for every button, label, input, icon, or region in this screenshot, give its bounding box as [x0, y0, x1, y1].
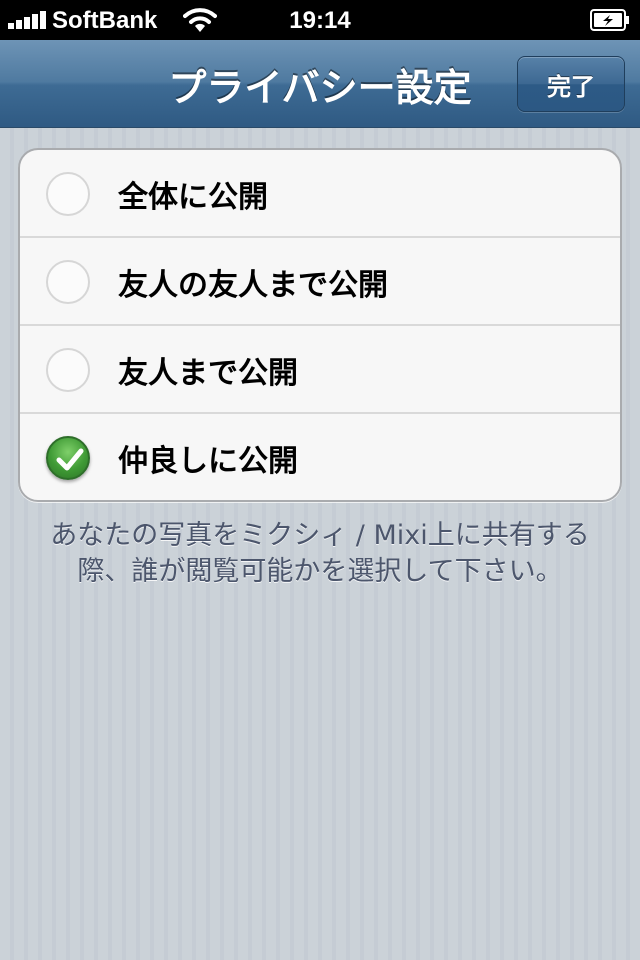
radio-unchecked-icon [46, 172, 90, 216]
battery-charging-icon [590, 9, 629, 31]
privacy-description: あなたの写真をミクシィ / Mixi上に共有する際、誰が閲覧可能かを選択して下さ… [50, 520, 590, 587]
option-close-friends[interactable]: 仲良しに公開 [20, 414, 620, 500]
option-label: 仲良しに公開 [118, 444, 298, 479]
option-label: 全体に公開 [118, 180, 268, 215]
privacy-options-list: 全体に公開 友人の友人まで公開 友人まで公開 仲良しに公開 [18, 148, 622, 502]
status-bar: SoftBank 19:14 [0, 0, 640, 40]
radio-unchecked-icon [46, 348, 90, 392]
option-label: 友人の友人まで公開 [118, 268, 388, 303]
option-label: 友人まで公開 [118, 356, 298, 391]
radio-unchecked-icon [46, 260, 90, 304]
navigation-bar: プライバシー設定 完了 [0, 40, 640, 128]
option-friends[interactable]: 友人まで公開 [20, 326, 620, 414]
option-friends-of-friends[interactable]: 友人の友人まで公開 [20, 238, 620, 326]
status-time: 19:14 [289, 7, 351, 34]
done-button[interactable]: 完了 [517, 56, 625, 112]
option-public[interactable]: 全体に公開 [20, 150, 620, 238]
checkmark-icon [46, 436, 90, 480]
